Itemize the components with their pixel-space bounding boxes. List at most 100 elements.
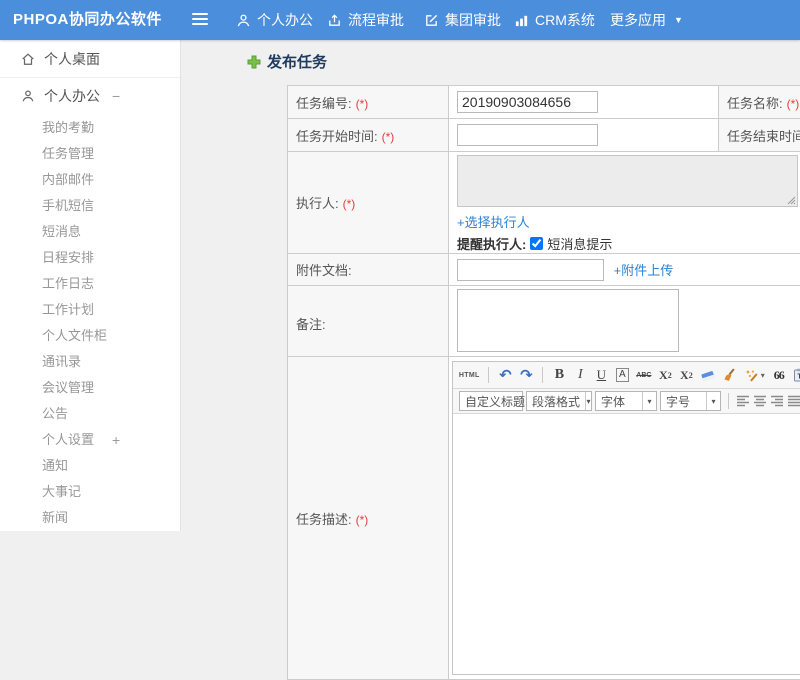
start-time-label-cell: 任务开始时间:(*): [288, 119, 449, 152]
remark-textarea[interactable]: [457, 289, 679, 352]
user-icon: [21, 89, 35, 103]
sidebar-item-meeting[interactable]: 会议管理: [0, 375, 180, 401]
page-header: 发布任务: [247, 51, 327, 72]
nav-crm-system[interactable]: CRM系统: [514, 0, 595, 40]
editor-content-area[interactable]: [453, 414, 800, 674]
sms-hint-checkbox[interactable]: [530, 237, 543, 250]
sidebar-item-work-plan[interactable]: 工作计划: [0, 297, 180, 323]
top-bar: PHPOA协同办公软件 个人办公 流程审批 集团审批 CRM系统 更多应用 ▼: [0, 0, 800, 40]
sidebar-item-personal-settings[interactable]: 个人设置 +: [0, 427, 180, 453]
task-desc-label-cell: 任务描述:(*): [288, 357, 449, 680]
sidebar-item-desktop[interactable]: 个人桌面: [0, 40, 180, 78]
blockquote-button[interactable]: 66: [772, 365, 786, 385]
nav-personal-office[interactable]: 个人办公: [236, 0, 313, 40]
add-icon: [247, 55, 261, 69]
font-family-select[interactable]: 字体▾: [595, 391, 657, 411]
underline-button[interactable]: U: [594, 365, 608, 385]
sidebar-item-contacts[interactable]: 通讯录: [0, 349, 180, 375]
attachment-cell: +附件上传: [449, 254, 800, 286]
sidebar-item-schedule[interactable]: 日程安排: [0, 245, 180, 271]
toolbar-separator: [728, 393, 729, 409]
bold-button[interactable]: B: [552, 365, 566, 385]
sidebar-item-memorabilia[interactable]: 大事记: [0, 479, 180, 505]
home-icon: [21, 52, 35, 66]
start-time-cell: [449, 119, 719, 152]
sidebar-item-announcement[interactable]: 公告: [0, 401, 180, 427]
sms-hint-label: 短消息提示: [547, 234, 612, 253]
task-form-table: 任务编号:(*) 任务名称:(*) 任务开始时间:(*) 任务结束时间:(*) …: [287, 85, 800, 361]
paste-plain-icon[interactable]: T: [793, 365, 800, 385]
edit-square-icon: [424, 13, 439, 28]
sidebar-item-work-log[interactable]: 工作日志: [0, 271, 180, 297]
attachment-upload-link[interactable]: +附件上传: [614, 263, 674, 278]
user-icon: [236, 13, 251, 28]
attachment-input[interactable]: [457, 259, 604, 281]
nav-group-approval[interactable]: 集团审批: [424, 0, 501, 40]
required-mark: (*): [356, 97, 369, 111]
resize-grip-icon[interactable]: [787, 196, 796, 205]
undo-icon[interactable]: ↶: [498, 365, 512, 385]
remark-label-cell: 备注:: [288, 286, 449, 361]
page-title: 发布任务: [267, 51, 327, 72]
align-justify-icon[interactable]: [787, 391, 800, 411]
remove-format-eraser-icon[interactable]: [700, 365, 716, 385]
sidebar: 个人桌面 个人办公 − 我的考勤 任务管理 内部邮件 手机短信 短消息 日程安排…: [0, 40, 181, 531]
align-right-icon[interactable]: [770, 391, 784, 411]
sidebar-item-news[interactable]: 新闻: [0, 505, 180, 531]
strikethrough-button[interactable]: ABC: [636, 365, 651, 385]
format-brush-icon[interactable]: [723, 365, 738, 385]
custom-heading-select[interactable]: 自定义标题▾: [459, 391, 523, 411]
required-mark: (*): [356, 513, 369, 527]
subscript-button[interactable]: X2: [679, 365, 693, 385]
editor-toolbar-row1: HTML ↶ ↷ B I U A ABC X2 X2: [453, 362, 800, 389]
rich-text-editor: HTML ↶ ↷ B I U A ABC X2 X2: [452, 361, 800, 675]
nav-process-approval[interactable]: 流程审批: [327, 0, 404, 40]
sidebar-item-mobile-sms[interactable]: 手机短信: [0, 193, 180, 219]
collapse-icon[interactable]: −: [112, 83, 120, 109]
paragraph-format-select[interactable]: 段落格式▾: [526, 391, 592, 411]
italic-button[interactable]: I: [573, 365, 587, 385]
required-mark: (*): [343, 197, 356, 211]
editor-toolbar-row2: 自定义标题▾ 段落格式▾ 字体▾ 字号▾: [453, 389, 800, 414]
task-desc-table: 任务描述:(*) HTML ↶ ↷ B I U A ABC X2 X2: [287, 356, 800, 680]
align-left-icon[interactable]: [736, 391, 750, 411]
caret-down-icon: ▾: [706, 392, 720, 410]
sidebar-item-internal-mail[interactable]: 内部邮件: [0, 167, 180, 193]
caret-down-icon: ▼: [674, 15, 683, 25]
sidebar-item-file-cabinet[interactable]: 个人文件柜: [0, 323, 180, 349]
executor-textarea[interactable]: [457, 155, 798, 207]
sidebar-item-attendance[interactable]: 我的考勤: [0, 115, 180, 141]
caret-down-icon: ▾: [761, 371, 765, 380]
sidebar-item-short-message[interactable]: 短消息: [0, 219, 180, 245]
caret-down-icon: ▾: [585, 392, 591, 410]
sidebar-item-notice[interactable]: 通知: [0, 453, 180, 479]
remark-cell: [449, 286, 800, 361]
task-no-input[interactable]: [457, 91, 598, 113]
font-name-button[interactable]: A: [616, 368, 629, 382]
choose-executor-link[interactable]: +选择执行人: [457, 215, 530, 230]
start-time-input[interactable]: [457, 124, 598, 146]
expand-icon[interactable]: +: [112, 427, 120, 453]
app-logo: PHPOA协同办公软件: [13, 0, 162, 40]
executor-label-cell: 执行人:(*): [288, 152, 449, 254]
caret-down-icon: ▾: [642, 392, 656, 410]
superscript-button[interactable]: X2: [658, 365, 672, 385]
menu-toggle-icon[interactable]: [192, 13, 208, 27]
sidebar-item-task-management[interactable]: 任务管理: [0, 141, 180, 167]
attachment-label-cell: 附件文档:: [288, 254, 449, 286]
task-no-cell: [449, 86, 719, 119]
sidebar-submenu: 我的考勤 任务管理 内部邮件 手机短信 短消息 日程安排 工作日志 工作计划 个…: [0, 115, 180, 531]
task-desc-cell: HTML ↶ ↷ B I U A ABC X2 X2: [449, 357, 800, 680]
source-code-button[interactable]: HTML: [459, 365, 479, 385]
align-center-icon[interactable]: [753, 391, 767, 411]
end-time-label-cell: 任务结束时间:(*): [719, 119, 800, 152]
nav-more-apps[interactable]: 更多应用 ▼: [610, 0, 683, 40]
task-no-label-cell: 任务编号:(*): [288, 86, 449, 119]
toolbar-separator: [542, 367, 543, 383]
redo-icon[interactable]: ↷: [519, 365, 533, 385]
font-size-select[interactable]: 字号▾: [660, 391, 721, 411]
remind-executor-label: 提醒执行人:: [457, 234, 526, 253]
toolbar-separator: [488, 367, 489, 383]
quick-format-wand-icon[interactable]: ▾: [745, 365, 765, 385]
sidebar-section-personal-office[interactable]: 个人办公 −: [0, 83, 180, 109]
